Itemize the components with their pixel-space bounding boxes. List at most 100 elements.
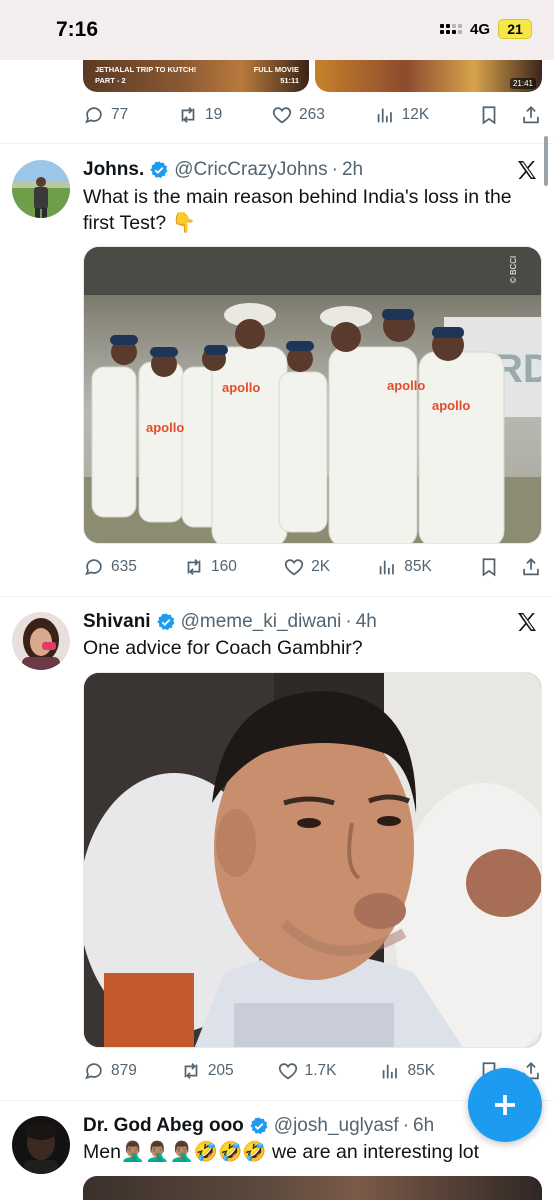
separator-dot: · <box>402 1115 410 1136</box>
tweet-image[interactable] <box>83 672 542 1048</box>
status-time: 7:16 <box>56 18 99 41</box>
bookmark-icon <box>482 106 496 125</box>
bookmark-button[interactable] <box>478 556 500 578</box>
previous-tweet-media[interactable]: JETHALAL TRIP TO KUTCH! PART - 2 FULL MO… <box>83 60 542 92</box>
reply-button[interactable]: 635 <box>83 556 137 578</box>
tweet-header: Dr. God Abeg ooo @josh_uglyasf · 6h <box>83 1115 434 1137</box>
svg-text:apollo: apollo <box>146 420 184 435</box>
bookmark-icon <box>482 558 496 577</box>
reply-icon <box>85 107 102 124</box>
views-icon <box>379 560 395 575</box>
repost-icon <box>181 107 195 123</box>
battery-icon: 21 <box>498 19 532 39</box>
share-icon <box>523 105 539 124</box>
reply-count: 879 <box>111 1062 137 1079</box>
svg-text:apollo: apollo <box>222 380 260 395</box>
video-thumbnail[interactable]: 21:41 <box>315 60 542 92</box>
status-indicators: 4G 21 <box>439 19 532 39</box>
video-caption: JETHALAL TRIP TO KUTCH! <box>95 65 197 74</box>
author-handle[interactable]: @meme_ki_diwani <box>181 611 342 633</box>
views-button[interactable]: 85K <box>376 556 432 578</box>
like-button[interactable]: 263 <box>271 104 325 126</box>
bookmark-button[interactable] <box>478 104 500 126</box>
author-name[interactable]: Shivani <box>83 611 151 633</box>
tweet-header: Shivani @meme_ki_diwani · 4h <box>83 611 377 633</box>
repost-button[interactable]: 205 <box>180 1060 234 1082</box>
svg-text:apollo: apollo <box>387 378 425 393</box>
like-count: 2K <box>311 558 331 575</box>
repost-button[interactable]: 19 <box>177 104 222 126</box>
views-button[interactable]: 12K <box>374 104 430 126</box>
views-icon <box>377 108 392 123</box>
status-bar: 7:16 4G 21 <box>0 0 554 60</box>
tweet-actions: 879 205 1.7K 85K <box>83 1059 542 1083</box>
video-thumbnail[interactable]: JETHALAL TRIP TO KUTCH! PART - 2 FULL MO… <box>83 60 309 92</box>
like-button[interactable]: 2K <box>283 556 330 578</box>
tweet-header: Johns. @CricCrazyJohns · 2h <box>83 159 363 181</box>
repost-icon <box>187 559 201 575</box>
repost-button[interactable]: 160 <box>183 556 237 578</box>
repost-count: 19 <box>205 106 223 123</box>
author-name[interactable]: Johns. <box>83 159 144 181</box>
heart-icon <box>272 107 292 124</box>
tweet-time[interactable]: 4h <box>356 611 377 633</box>
tweet-actions: 635 160 2K 85K <box>83 555 542 579</box>
network-label: 4G <box>469 20 490 38</box>
author-name[interactable]: Dr. God Abeg ooo <box>83 1115 244 1137</box>
author-handle[interactable]: @CricCrazyJohns <box>174 159 327 181</box>
repost-icon <box>184 1063 198 1079</box>
views-count: 12K <box>401 106 430 123</box>
scrollbar[interactable] <box>544 136 548 186</box>
separator-dot: · <box>345 611 352 632</box>
reply-count: 77 <box>111 106 129 123</box>
heart-icon <box>284 559 304 576</box>
video-caption-part: PART - 2 <box>95 76 126 85</box>
reply-icon <box>85 1063 102 1080</box>
tweet-text: One advice for Coach Gambhir? <box>83 637 363 659</box>
reply-icon <box>85 559 102 576</box>
x-logo-icon[interactable] <box>514 610 540 634</box>
reply-button[interactable]: 879 <box>83 1060 137 1082</box>
like-count: 263 <box>299 106 325 123</box>
verified-badge-icon <box>150 161 168 179</box>
share-icon <box>523 557 539 576</box>
signal-icon <box>439 24 462 34</box>
tweet-actions: 77 19 263 12K <box>83 103 542 127</box>
views-button[interactable]: 85K <box>379 1060 435 1082</box>
heart-icon <box>278 1063 297 1080</box>
repost-count: 160 <box>211 558 237 575</box>
avatar[interactable] <box>12 160 70 218</box>
verified-badge-icon <box>250 1117 268 1135</box>
reply-button[interactable]: 77 <box>83 104 128 126</box>
video-duration: 51:11 <box>280 76 299 85</box>
views-count: 85K <box>404 558 432 575</box>
tweet-text: What is the main reason behind India's l… <box>83 186 512 234</box>
like-count: 1.7K <box>304 1062 337 1079</box>
avatar[interactable] <box>12 612 70 670</box>
tweet-time[interactable]: 2h <box>342 159 363 181</box>
repost-count: 205 <box>207 1062 234 1079</box>
tweet-time[interactable]: 6h <box>413 1115 434 1137</box>
like-button[interactable]: 1.7K <box>277 1060 337 1082</box>
tweet-image[interactable] <box>83 1176 542 1200</box>
author-handle[interactable]: @josh_uglyasf <box>274 1115 399 1137</box>
x-logo-icon[interactable] <box>514 158 540 182</box>
tweet-divider <box>0 596 554 597</box>
verified-badge-icon <box>156 613 175 631</box>
image-watermark: © BCCI <box>509 256 518 283</box>
share-button[interactable] <box>520 556 542 578</box>
svg-text:apollo: apollo <box>432 398 470 413</box>
avatar[interactable] <box>12 1116 70 1174</box>
views-icon <box>383 1064 398 1079</box>
video-badge: FULL MOVIE <box>253 65 299 74</box>
plus-icon <box>495 1095 515 1115</box>
compose-button[interactable] <box>468 1068 542 1142</box>
tweet-text: Men🤦🏽‍♂️🤦🏽‍♂️🤦🏽‍♂️🤣🤣🤣 we are an interest… <box>83 1141 480 1163</box>
tweet-image[interactable]: RD <box>83 246 542 544</box>
share-button[interactable] <box>520 104 542 126</box>
tweet-divider <box>0 143 554 144</box>
reply-count: 635 <box>111 558 137 575</box>
views-count: 85K <box>407 1062 436 1079</box>
separator-dot: · <box>331 159 338 180</box>
video-duration: 21:41 <box>509 78 536 89</box>
